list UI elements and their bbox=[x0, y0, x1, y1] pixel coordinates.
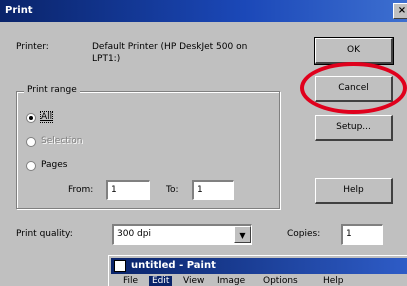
printer-name-line1: Default Printer (HP DeskJet 500 on bbox=[92, 42, 248, 52]
radio-selection bbox=[26, 137, 36, 147]
help-button[interactable]: Help bbox=[315, 178, 393, 204]
chevron-down-icon[interactable]: ▼ bbox=[234, 226, 251, 243]
print-range-legend: Print range bbox=[24, 85, 80, 95]
radio-all[interactable] bbox=[26, 113, 36, 123]
radio-pages-label[interactable]: Pages bbox=[41, 160, 67, 170]
dialog-title: Print bbox=[5, 5, 33, 16]
close-icon[interactable]: × bbox=[393, 3, 407, 19]
printer-name-line2: LPT1:) bbox=[92, 54, 121, 64]
radio-selection-label: Selection bbox=[41, 136, 83, 146]
paint-app-icon bbox=[114, 260, 126, 272]
paint-window[interactable]: untitled - Paint File Edit View Image Op… bbox=[108, 255, 407, 286]
copies-label: Copies: bbox=[287, 229, 321, 239]
to-label: To: bbox=[166, 185, 179, 195]
printer-label: Printer: bbox=[16, 42, 49, 52]
print-quality-select[interactable]: 300 dpi ▼ bbox=[112, 224, 252, 245]
setup-button[interactable]: Setup... bbox=[315, 115, 393, 141]
from-label: From: bbox=[68, 185, 94, 195]
paint-title-bar[interactable]: untitled - Paint bbox=[111, 258, 407, 274]
paint-menu-bar: File Edit View Image Options Help bbox=[111, 275, 407, 286]
ok-button[interactable]: OK bbox=[314, 37, 394, 65]
to-input[interactable]: 1 bbox=[192, 180, 234, 200]
dialog-title-bar[interactable]: Print × bbox=[0, 0, 407, 22]
copies-input[interactable]: 1 bbox=[341, 224, 383, 245]
paint-title: untitled - Paint bbox=[131, 260, 216, 271]
radio-pages[interactable] bbox=[26, 161, 36, 171]
print-quality-value: 300 dpi bbox=[117, 229, 151, 239]
print-quality-label: Print quality: bbox=[16, 229, 73, 239]
from-input[interactable]: 1 bbox=[106, 180, 150, 200]
cancel-highlight-ring bbox=[300, 62, 407, 114]
radio-all-label[interactable]: All bbox=[39, 111, 54, 123]
